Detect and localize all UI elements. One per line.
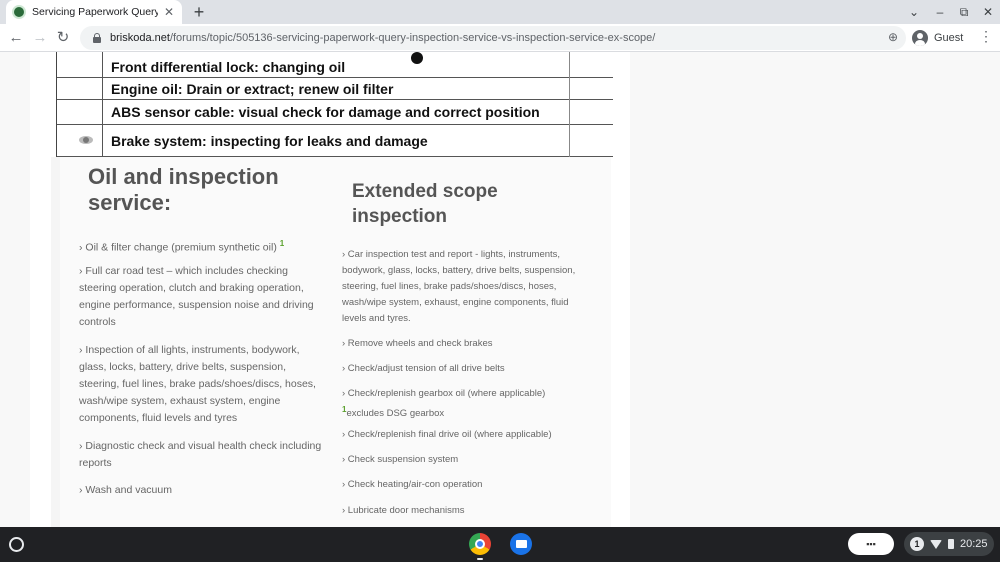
new-tab-button[interactable]: + — [190, 2, 208, 22]
forward-arrow-icon[interactable]: → — [30, 28, 50, 48]
system-shelf: ▪▪▪ 1 20:25 — [0, 527, 1000, 562]
extended-scope-heading: Extended scope inspection — [352, 181, 498, 227]
list-item: › Diagnostic check and visual health che… — [79, 440, 322, 469]
list-item: › Check suspension system — [342, 454, 459, 465]
table-row: Brake system: inspecting for leaks and d… — [57, 125, 613, 157]
profile-label: Guest — [934, 32, 964, 44]
list-item: › Lubricate door mechanisms — [342, 505, 465, 516]
guest-avatar-icon — [912, 30, 928, 46]
list-item: › Remove wheels and check brakes — [342, 338, 493, 349]
battery-icon — [948, 539, 954, 549]
url-text: briskoda.net/forums/topic/505136-servici… — [110, 32, 656, 44]
launcher-icon[interactable] — [9, 537, 24, 552]
list-item: › Full car road test – which includes ch… — [79, 265, 314, 328]
reload-icon[interactable]: ↻ — [53, 28, 73, 48]
back-arrow-icon[interactable]: ← — [6, 28, 26, 48]
list-item: › Car inspection test and report - light… — [342, 249, 576, 324]
oil-inspection-heading: Oil and inspection service: — [88, 164, 279, 215]
more-menu-icon[interactable]: ⋮ — [978, 28, 994, 45]
zoom-icon[interactable]: ⊕ — [888, 30, 898, 44]
chrome-app-icon[interactable] — [469, 533, 491, 555]
close-window-button[interactable]: ✕ — [980, 3, 996, 21]
list-item: › Check/replenish final drive oil (where… — [342, 429, 552, 440]
files-app-icon[interactable] — [510, 533, 532, 555]
running-app-indicator — [477, 558, 483, 560]
tab-close-icon[interactable]: ✕ — [162, 5, 176, 19]
page-viewport: Front differential lock: changing oil En… — [0, 52, 1000, 527]
profile-button[interactable]: Guest — [912, 27, 972, 49]
browser-tab[interactable]: Servicing Paperwork Query Inspec ✕ — [6, 0, 182, 24]
status-tray[interactable]: 1 20:25 — [904, 532, 994, 556]
service-brochure-image: Oil and inspection service: Extended sco… — [51, 157, 611, 527]
tab-search-dropdown-icon[interactable]: ⌄ — [906, 3, 922, 21]
bullet-dot — [411, 52, 423, 64]
service-table-image: Front differential lock: changing oil En… — [56, 52, 613, 157]
restore-button[interactable]: ⧉ — [956, 3, 972, 21]
tab-title: Servicing Paperwork Query Inspec — [32, 6, 158, 18]
minimize-button[interactable]: – — [932, 3, 948, 21]
table-row: Front differential lock: changing oil — [57, 52, 613, 78]
wifi-icon — [930, 539, 942, 549]
browser-toolbar: ← → ↻ briskoda.net/forums/topic/505136-s… — [0, 24, 1000, 52]
list-item: › Inspection of all lights, instruments,… — [79, 344, 316, 424]
list-item: › Check/adjust tension of all drive belt… — [342, 363, 505, 374]
list-item: › Check heating/air-con operation — [342, 479, 483, 490]
lock-icon — [92, 33, 102, 43]
tab-strip: Servicing Paperwork Query Inspec ✕ + ⌄ –… — [0, 0, 1000, 24]
clock: 20:25 — [960, 538, 988, 550]
site-favicon-icon — [12, 5, 26, 19]
list-item: › Wash and vacuum — [79, 484, 172, 496]
table-row: Engine oil: Drain or extract; renew oil … — [57, 78, 613, 100]
list-item: › Check/replenish gearbox oil (where app… — [342, 388, 546, 399]
holding-space-tote[interactable]: ▪▪▪ — [848, 533, 894, 555]
list-item: › Oil & filter change (premium synthetic… — [79, 239, 285, 254]
table-row: ABS sensor cable: visual check for damag… — [57, 100, 613, 125]
notification-count-badge: 1 — [910, 537, 924, 551]
visual-check-eye-icon — [79, 136, 93, 144]
footnote: 1excludes DSG gearbox — [342, 405, 445, 420]
address-bar[interactable]: briskoda.net/forums/topic/505136-servici… — [80, 26, 906, 50]
